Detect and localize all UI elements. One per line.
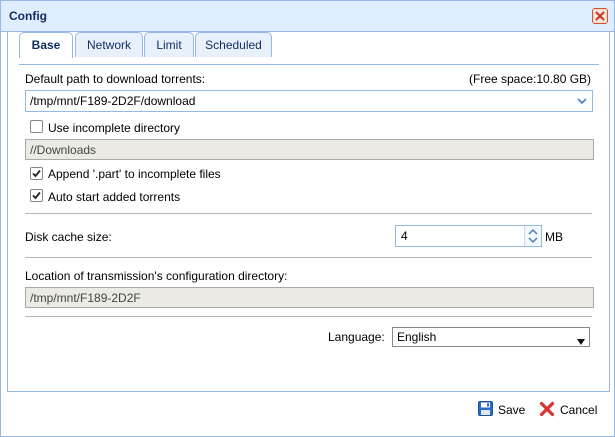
tab-limit-label: Limit (156, 38, 182, 52)
dialog-titlebar[interactable]: Config (1, 1, 614, 32)
incomplete-dir-field: //Downloads (25, 139, 594, 160)
append-part-label: Append '.part' to incomplete files (48, 167, 221, 181)
checkmark-icon (32, 169, 41, 178)
save-button[interactable]: Save (478, 399, 528, 421)
dialog-title: Config (9, 9, 47, 23)
download-path-value: /tmp/mnt/F189-2D2F/download (30, 94, 196, 108)
spinner-buttons[interactable] (524, 226, 541, 246)
chevron-down-icon[interactable] (572, 91, 592, 111)
incomplete-dir-value: //Downloads (30, 143, 97, 157)
separator (25, 213, 592, 214)
close-icon (595, 11, 605, 21)
spinner-arrows-icon[interactable] (525, 226, 541, 246)
use-incomplete-label: Use incomplete directory (48, 121, 181, 135)
tab-network[interactable]: Network (75, 32, 143, 57)
disk-cache-unit: MB (545, 230, 563, 244)
close-button[interactable] (592, 8, 608, 24)
separator (25, 316, 592, 317)
language-value: English (397, 330, 437, 344)
language-label: Language: (328, 330, 385, 344)
config-dialog: Config Base Network Limit Scheduled Defa… (0, 0, 615, 437)
tab-baseline (19, 64, 599, 65)
auto-start-label: Auto start added torrents (48, 190, 181, 204)
cancel-button[interactable]: Cancel (539, 399, 601, 421)
language-select[interactable]: English (392, 327, 590, 347)
save-label: Save (498, 403, 526, 417)
tab-scheduled-label: Scheduled (205, 38, 262, 52)
tab-scheduled[interactable]: Scheduled (195, 32, 272, 57)
cancel-icon (539, 401, 555, 420)
disk-cache-spinner[interactable]: 4 (395, 225, 542, 247)
disk-cache-value: 4 (401, 229, 408, 243)
config-dir-label: Location of transmission's configuration… (25, 269, 288, 283)
config-dir-field: /tmp/mnt/F189-2D2F (25, 287, 594, 308)
tab-network-label: Network (86, 38, 131, 52)
tab-limit[interactable]: Limit (144, 32, 194, 57)
disk-cache-label: Disk cache size: (25, 230, 112, 244)
tab-base-label: Base (31, 38, 61, 52)
dropdown-arrow-icon[interactable] (577, 334, 585, 348)
checkmark-icon (32, 191, 41, 200)
separator (25, 257, 592, 258)
download-path-combo[interactable]: /tmp/mnt/F189-2D2F/download (25, 90, 593, 112)
save-icon (478, 401, 493, 419)
free-space-text: (Free space:10.80 GB) (469, 72, 592, 86)
download-path-label: Default path to download torrents: (25, 72, 206, 86)
cancel-label: Cancel (560, 403, 598, 417)
use-incomplete-checkbox[interactable] (30, 120, 43, 133)
tab-base[interactable]: Base (19, 32, 73, 58)
config-dir-value: /tmp/mnt/F189-2D2F (30, 291, 141, 305)
append-part-checkbox[interactable] (30, 167, 43, 180)
auto-start-checkbox[interactable] (30, 189, 43, 202)
dialog-body: Base Network Limit Scheduled Default pat… (7, 32, 610, 392)
